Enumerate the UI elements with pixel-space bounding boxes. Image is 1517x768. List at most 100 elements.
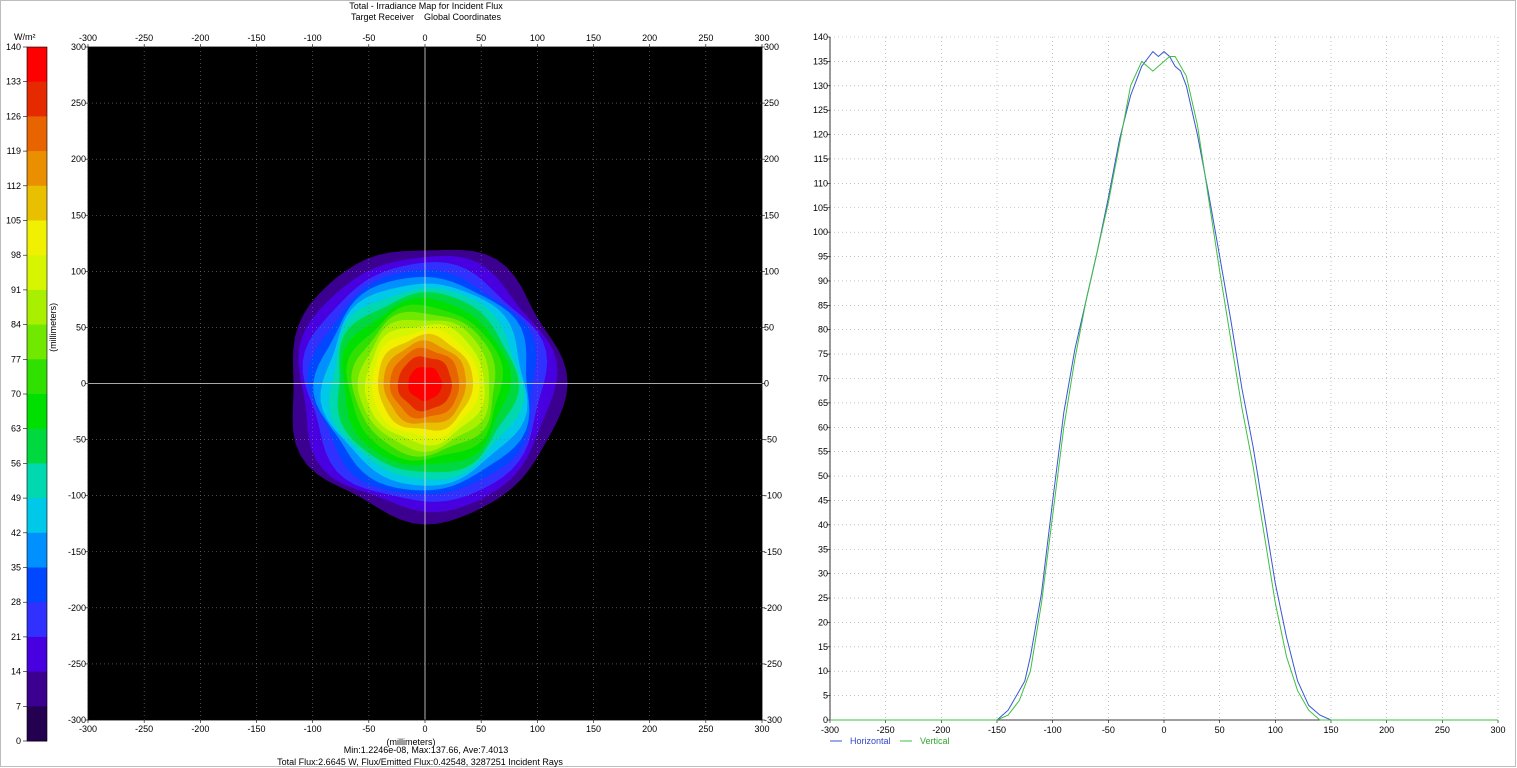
profile-y-tick-label: 135 (813, 56, 828, 66)
heatmap-x-tick-label-top: 100 (530, 33, 545, 43)
colorbar-tick-label: 63 (11, 424, 21, 434)
profile-y-tick-label: 110 (814, 178, 828, 188)
profile-y-tick-label: 20 (818, 617, 828, 627)
colorbar-segment (27, 463, 47, 499)
heatmap-x-tick-label-top: 50 (476, 33, 486, 43)
profile-y-tick-label: 140 (813, 32, 828, 42)
charts-canvas: W/m²140133126119112105989184777063564942… (6, 32, 1506, 747)
stats-readout: Min:1.2246e-08, Max:137.66, Ave:7.4013 (343, 745, 509, 755)
colorbar-segment (27, 116, 47, 152)
heatmap-x-tick-label-bottom: -50 (362, 724, 375, 734)
heatmap-x-tick-label-bottom: 200 (642, 724, 657, 734)
profile-y-tick-label: 15 (818, 642, 828, 652)
heatmap-x-tick-label-top: 200 (642, 33, 657, 43)
colorbar-tick-label: 14 (11, 667, 21, 677)
profile-x-tick-label: 150 (1323, 725, 1338, 735)
colorbar-segment (27, 47, 47, 83)
heatmap-y-tick-label-left: 200 (71, 154, 86, 164)
heatmap-x-tick-label-bottom: 100 (530, 724, 545, 734)
heatmap-x-tick-label-bottom: 50 (476, 724, 486, 734)
heatmap-y-tick-label-right: 300 (764, 42, 779, 52)
profile-y-tick-label: 55 (818, 447, 828, 457)
colorbar-segment (27, 636, 47, 673)
profile-x-tick-label: 0 (1161, 725, 1166, 735)
heatmap-x-tick-label-bottom: -250 (135, 724, 153, 734)
colorbar-tick-label: 7 (16, 701, 21, 711)
profile-y-tick-label: 45 (818, 495, 828, 505)
profile-y-tick-label: 115 (814, 154, 828, 164)
colorbar-tick-label: 21 (11, 632, 21, 642)
heatmap-x-tick-label-bottom: 150 (586, 724, 601, 734)
heatmap-y-tick-label-left: 50 (76, 322, 86, 332)
colorbar-unit: W/m² (14, 32, 36, 42)
profile-y-tick-label: 10 (818, 666, 828, 676)
colorbar-segment (27, 324, 47, 360)
colorbar-tick-label: 70 (11, 389, 21, 399)
colorbar-tick-label: 126 (6, 111, 21, 121)
colorbar-segment (27, 532, 47, 568)
heatmap-x-tick-label-bottom: 0 (422, 724, 427, 734)
legend-label-horizontal: Horizontal (850, 736, 891, 746)
profile-series-vertical (830, 56, 1498, 721)
heatmap-y-tick-label-left: 100 (71, 266, 86, 276)
colorbar-segment (27, 706, 47, 742)
profile-y-tick-label: 60 (818, 422, 828, 432)
colorbar-tick-label: 84 (11, 320, 21, 330)
heatmap-x-tick-label-top: -250 (135, 33, 153, 43)
colorbar-segment (27, 498, 47, 534)
colorbar-segment (27, 602, 47, 638)
profile-y-tick-label: 30 (818, 569, 828, 579)
profile-y-tick-label: 5 (823, 691, 828, 701)
heatmap-y-tick-label-right: 100 (764, 266, 779, 276)
profile-y-tick-label: 70 (818, 374, 828, 384)
heatmap-y-tick-label-left: 300 (71, 42, 86, 52)
profile-x-tick-label: 250 (1435, 725, 1450, 735)
heatmap-y-tick-label-right: -200 (764, 603, 782, 613)
heatmap-y-tick-label-left: -300 (68, 715, 86, 725)
profile-y-tick-label: 95 (818, 252, 828, 262)
colorbar-tick-label: 28 (11, 597, 21, 607)
heatmap-y-tick-label-right: 250 (764, 98, 779, 108)
profile-x-tick-label: -50 (1102, 725, 1115, 735)
profile-y-tick-label: 40 (818, 520, 828, 530)
profile-y-tick-label: 50 (818, 471, 828, 481)
profile-y-tick-label: 80 (818, 325, 828, 335)
colorbar-segment (27, 567, 47, 603)
heatmap-x-tick-label-top: -200 (191, 33, 209, 43)
heatmap-y-tick-label-right: -250 (764, 659, 782, 669)
heatmap-y-tick-label-right: -300 (764, 715, 782, 725)
profile-y-tick-label: 90 (818, 276, 828, 286)
profile-y-tick-label: 75 (818, 349, 828, 359)
heatmap-x-tick-label-bottom: -150 (247, 724, 265, 734)
heatmap-y-axis-label: (millimeters) (48, 303, 58, 352)
heatmap-x-tick-label-top: 150 (586, 33, 601, 43)
profile-x-tick-label: -100 (1044, 725, 1062, 735)
profile-x-tick-label: 100 (1268, 725, 1283, 735)
heatmap-x-tick-label-bottom: -100 (304, 724, 322, 734)
profile-x-tick-label: 300 (1490, 725, 1505, 735)
colorbar-segment (27, 289, 47, 326)
heatmap-y-tick-label-left: -50 (73, 435, 86, 445)
heatmap-y-tick-label-left: -200 (68, 603, 86, 613)
profile-x-tick-label: 200 (1379, 725, 1394, 735)
colorbar-segment (27, 255, 47, 291)
profile-x-tick-label: -150 (988, 725, 1006, 735)
heatmap-x-tick-label-top: -50 (362, 33, 375, 43)
profile-y-tick-label: 130 (813, 81, 828, 91)
colorbar-tick-label: 42 (11, 528, 21, 538)
colorbar-segment (27, 359, 47, 395)
heatmap-y-tick-label-left: -100 (68, 491, 86, 501)
flux-readout: Total Flux:2.6645 W, Flux/Emitted Flux:0… (277, 757, 563, 767)
profile-y-tick-label: 35 (818, 544, 828, 554)
heatmap-x-tick-label-bottom: -300 (79, 724, 97, 734)
heatmap-x-tick-label-top: 0 (422, 33, 427, 43)
profile-y-tick-label: 105 (813, 203, 828, 213)
profile-x-tick-label: -300 (821, 725, 839, 735)
profile-y-tick-label: 65 (818, 398, 828, 408)
profile-y-tick-label: 125 (813, 105, 828, 115)
heatmap-y-tick-label-right: 150 (764, 210, 779, 220)
heatmap-x-tick-label-bottom: 250 (698, 724, 713, 734)
profile-x-tick-label: -200 (932, 725, 950, 735)
legend-label-vertical: Vertical (920, 736, 950, 746)
profile-y-tick-label: 85 (818, 300, 828, 310)
